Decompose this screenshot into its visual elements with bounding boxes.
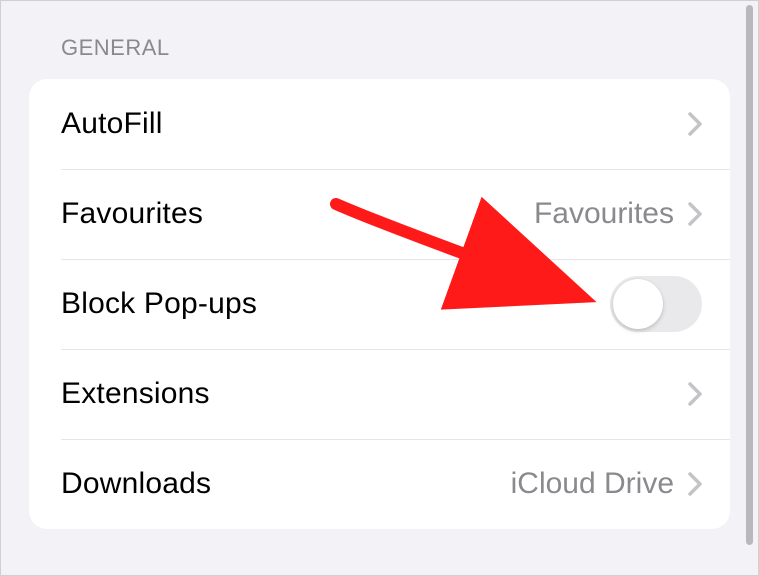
toggle-block-popups[interactable] xyxy=(610,276,702,332)
settings-list: AutoFill Favourites Favourites Block Pop… xyxy=(29,79,730,529)
row-label-favourites: Favourites xyxy=(61,197,534,231)
row-autofill[interactable]: AutoFill xyxy=(29,79,730,169)
row-favourites[interactable]: Favourites Favourites xyxy=(29,169,730,259)
row-extensions[interactable]: Extensions xyxy=(29,349,730,439)
chevron-right-icon xyxy=(688,202,702,226)
row-label-extensions: Extensions xyxy=(61,377,688,411)
chevron-right-icon xyxy=(688,382,702,406)
chevron-right-icon xyxy=(688,112,702,136)
section-header-general: GENERAL xyxy=(61,35,730,61)
settings-general-group: GENERAL AutoFill Favourites Favourites B… xyxy=(1,1,758,529)
row-detail-favourites: Favourites xyxy=(534,197,674,231)
toggle-knob xyxy=(613,279,663,329)
chevron-right-icon xyxy=(688,472,702,496)
scrollbar[interactable] xyxy=(746,5,753,545)
row-label-downloads: Downloads xyxy=(61,467,511,501)
row-detail-downloads: iCloud Drive xyxy=(511,467,674,501)
row-label-block-popups: Block Pop-ups xyxy=(61,287,610,321)
row-downloads[interactable]: Downloads iCloud Drive xyxy=(29,439,730,529)
row-block-popups: Block Pop-ups xyxy=(29,259,730,349)
row-label-autofill: AutoFill xyxy=(61,107,688,141)
